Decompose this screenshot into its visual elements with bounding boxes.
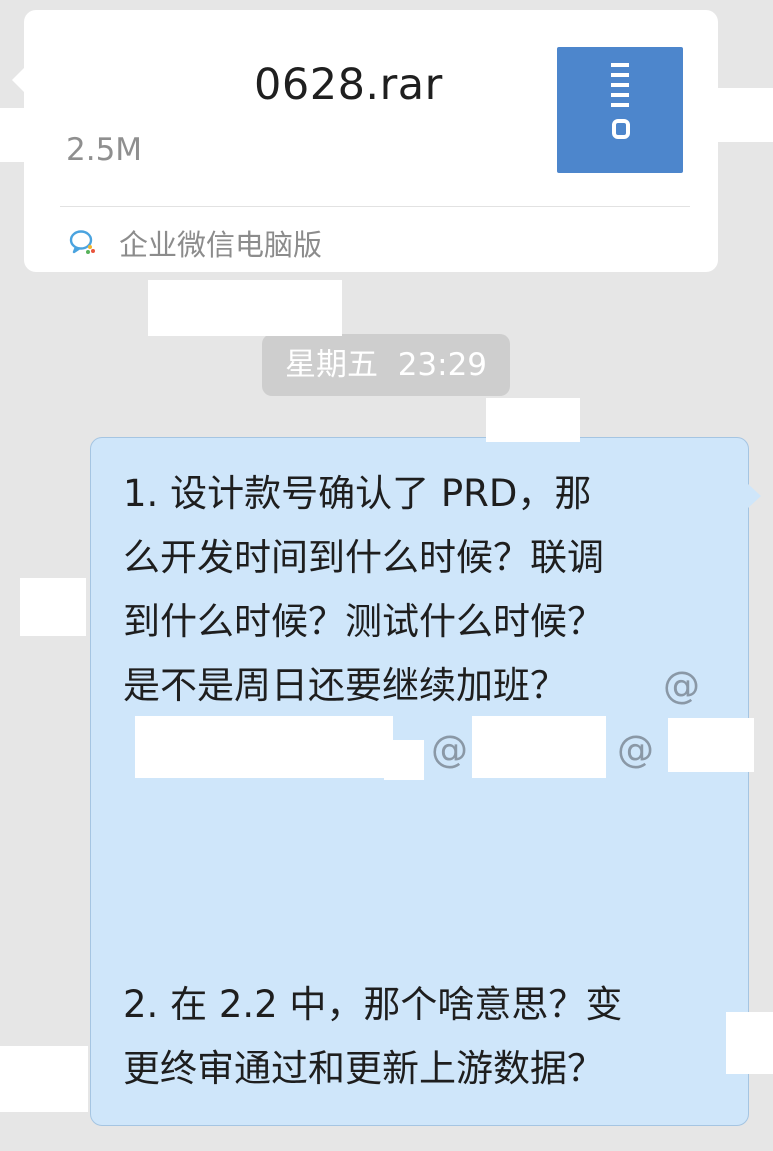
redaction-mask (32, 38, 254, 116)
redaction-mask (486, 398, 580, 442)
timestamp-time: 23:29 (397, 347, 488, 383)
file-name: 0628.rar (254, 60, 443, 110)
message-line-4: 是不是周日还要继续加班？ (123, 664, 567, 707)
redaction-mask (148, 280, 342, 336)
redaction-mask (0, 1046, 88, 1112)
redaction-mask (384, 740, 424, 780)
message-line-1: 1. 设计款号确认了 PRD，那 (123, 472, 592, 515)
mention-at-symbol: @ (431, 728, 468, 771)
redaction-mask (20, 578, 86, 636)
mention-at-symbol: @ (617, 728, 654, 771)
message-timestamp: 星期五 23:29 (262, 334, 510, 396)
mention-at-symbol: @ (663, 664, 700, 707)
wecom-logo-icon (69, 230, 95, 254)
card-divider (60, 206, 690, 207)
redaction-mask (135, 716, 393, 778)
redaction-mask (0, 108, 26, 162)
message-line-6: 更终审通过和更新上游数据？ (123, 1047, 604, 1090)
redaction-mask (716, 88, 773, 142)
source-label: 企业微信电脑版 (119, 228, 323, 262)
redaction-mask (668, 718, 754, 772)
message-line-3: 到什么时候？测试什么时候？ (123, 600, 604, 643)
timestamp-day: 星期五 (284, 347, 378, 383)
message-line-2: 么开发时间到什么时候？联调 (123, 536, 604, 579)
message-line-5: 2. 在 2.2 中，那个啥意思？变 (123, 983, 623, 1026)
file-size: 2.5M (66, 132, 143, 168)
redaction-mask (726, 1012, 773, 1074)
zip-archive-icon (557, 47, 683, 173)
redaction-mask (472, 716, 606, 778)
outgoing-message-bubble[interactable]: 1. 设计款号确认了 PRD，那 么开发时间到什么时候？联调 到什么时候？测试什… (90, 437, 761, 1126)
